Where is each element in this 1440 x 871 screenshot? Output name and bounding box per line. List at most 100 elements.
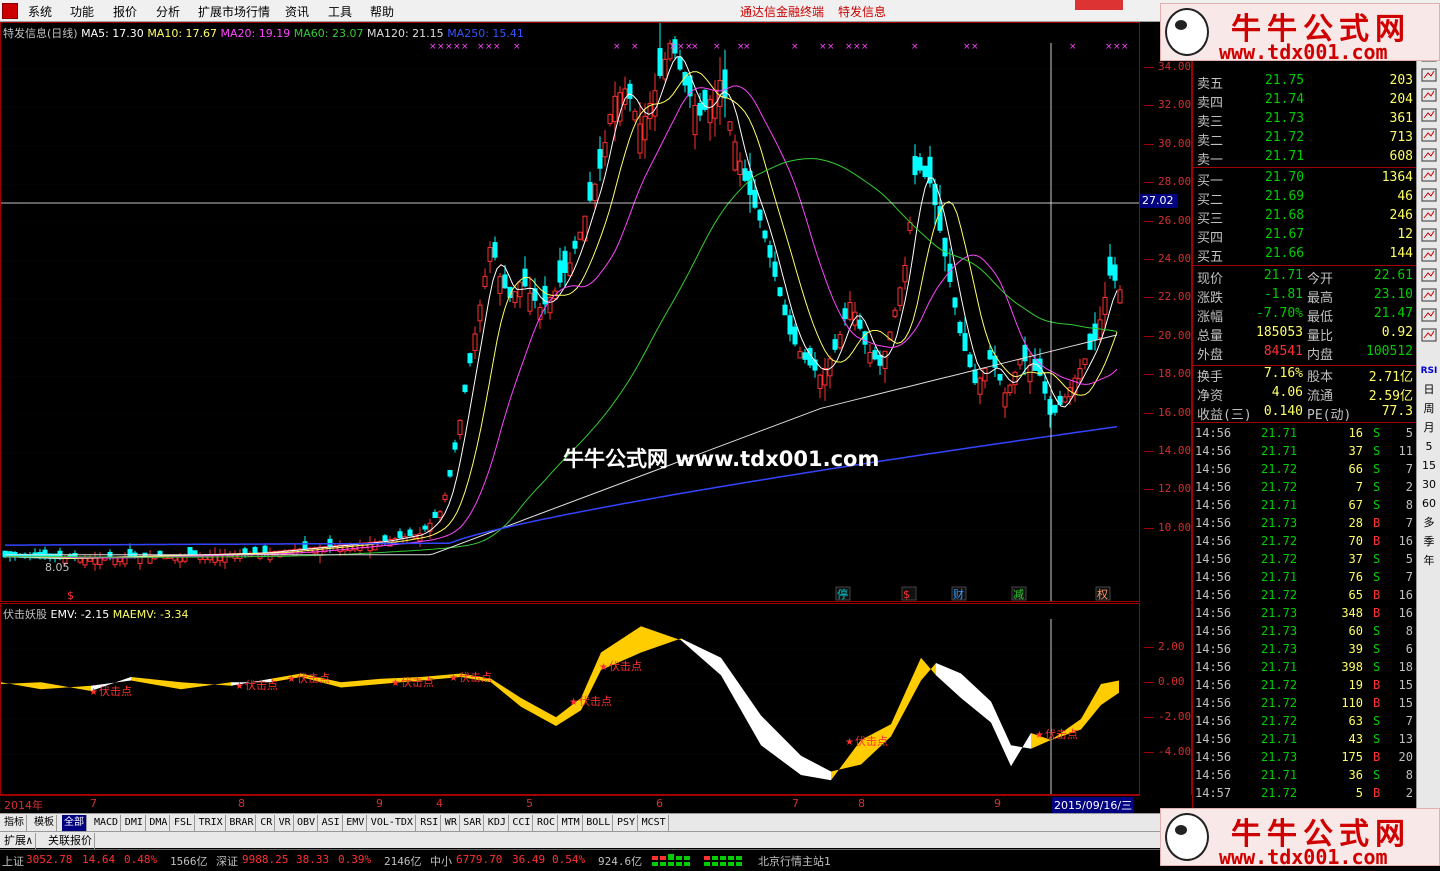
- sidebar-tool-icon[interactable]: [1419, 168, 1439, 186]
- event-marker[interactable]: 减: [1013, 588, 1024, 601]
- tab-指标[interactable]: 指标: [2, 815, 27, 831]
- tick-row[interactable]: 14:56 21.72 37 S 5: [1193, 551, 1417, 569]
- tick-row[interactable]: 14:56 21.72 110 B 15: [1193, 695, 1417, 713]
- menu-help[interactable]: 帮助: [370, 3, 394, 20]
- tab-mtm[interactable]: MTM: [560, 815, 583, 831]
- tick-row[interactable]: 14:56 21.71 37 S 11: [1193, 443, 1417, 461]
- sidebar-tool-icon[interactable]: [1419, 208, 1439, 226]
- event-marker[interactable]: $: [67, 589, 74, 601]
- sidebar-button-多[interactable]: 多: [1419, 514, 1439, 532]
- orderbook-row[interactable]: 卖四 21.74 204: [1193, 91, 1417, 111]
- indicator-chart[interactable]: 伏击妖股 EMV: -2.15 MAEMV: -3.34 ★ 伏击点 ★ 伏击点 ★ 伏击…: [0, 603, 1140, 795]
- window-close-button[interactable]: [1075, 0, 1123, 10]
- orderbook-row[interactable]: 卖三 21.73 361: [1193, 110, 1417, 130]
- menu-extended-market[interactable]: 扩展市场行情: [198, 3, 270, 20]
- sidebar-button-月[interactable]: 月: [1419, 419, 1439, 437]
- tab-boll[interactable]: BOLL: [584, 815, 614, 831]
- sidebar-tool-icon[interactable]: [1419, 288, 1439, 306]
- orderbook-row[interactable]: 买一 21.70 1364: [1193, 169, 1417, 189]
- tab-macd[interactable]: MACD: [92, 815, 122, 831]
- tick-row[interactable]: 14:56 21.71 67 S 8: [1193, 497, 1417, 515]
- menu-quote[interactable]: 报价: [113, 3, 137, 20]
- tab-brar[interactable]: BRAR: [227, 815, 257, 831]
- tick-row[interactable]: 14:56 21.73 39 S 6: [1193, 641, 1417, 659]
- tab-extend[interactable]: 扩展∧: [2, 833, 36, 849]
- orderbook-row[interactable]: 买二 21.69 46: [1193, 188, 1417, 208]
- sidebar-tool-icon[interactable]: [1419, 148, 1439, 166]
- tick-row[interactable]: 14:56 21.71 36 S 8: [1193, 767, 1417, 785]
- tab-mcst[interactable]: MCST: [640, 815, 669, 831]
- sidebar-button-RSI[interactable]: RSI: [1419, 362, 1439, 380]
- sidebar-button-周[interactable]: 周: [1419, 400, 1439, 418]
- tab-asi[interactable]: ASI: [320, 815, 343, 831]
- tab-vr[interactable]: VR: [277, 815, 294, 831]
- tab-wr[interactable]: WR: [443, 815, 460, 831]
- orderbook-row[interactable]: 卖一 21.71 608: [1193, 148, 1417, 168]
- tick-row[interactable]: 14:56 21.73 175 B 20: [1193, 749, 1417, 767]
- tab-kdj[interactable]: KDJ: [486, 815, 509, 831]
- tick-row[interactable]: 14:56 21.71 76 S 7: [1193, 569, 1417, 587]
- sidebar-tool-icon[interactable]: [1419, 268, 1439, 286]
- sidebar-tool-icon[interactable]: [1419, 248, 1439, 266]
- tab-fsl[interactable]: FSL: [172, 815, 196, 831]
- server-name[interactable]: 北京行情主站1: [758, 853, 831, 869]
- sidebar-button-15[interactable]: 15: [1419, 457, 1439, 475]
- main-price-chart[interactable]: 特发信息(日线) MA5: 17.30 MA10: 17.67 MA20: 19…: [0, 22, 1140, 602]
- tick-row[interactable]: 14:56 21.71 398 S 18: [1193, 659, 1417, 677]
- tab-dma[interactable]: DMA: [147, 815, 171, 831]
- tab-全部[interactable]: 全部: [62, 815, 87, 831]
- event-marker[interactable]: 财: [953, 587, 964, 601]
- menu-system[interactable]: 系统: [28, 3, 52, 20]
- tick-row[interactable]: 14:56 21.72 19 B 15: [1193, 677, 1417, 695]
- sidebar-button-5[interactable]: 5: [1419, 438, 1439, 456]
- sidebar-tool-icon[interactable]: [1419, 128, 1439, 146]
- tick-row[interactable]: 14:56 21.72 66 S 7: [1193, 461, 1417, 479]
- tab-obv[interactable]: OBV: [295, 815, 319, 831]
- promo-terminal[interactable]: 通达信金融终端: [740, 3, 824, 20]
- orderbook-row[interactable]: 买四 21.67 12: [1193, 226, 1417, 246]
- tick-row[interactable]: 14:56 21.71 16 S 5: [1193, 425, 1417, 443]
- sidebar-tool-icon[interactable]: [1419, 88, 1439, 106]
- sidebar-tool-icon[interactable]: [1419, 68, 1439, 86]
- sidebar-button-60[interactable]: 60: [1419, 495, 1439, 513]
- menu-tools[interactable]: 工具: [328, 3, 352, 20]
- tick-row[interactable]: 14:56 21.72 70 B 16: [1193, 533, 1417, 551]
- tab-trix[interactable]: TRIX: [197, 815, 226, 831]
- tab-psy[interactable]: PSY: [615, 815, 639, 831]
- tab-emv[interactable]: EMV: [344, 815, 368, 831]
- tick-row[interactable]: 14:56 21.72 7 S 2: [1193, 479, 1417, 497]
- tab-dmi[interactable]: DMI: [123, 815, 146, 831]
- promo-stock[interactable]: 特发信息: [838, 3, 886, 20]
- menu-function[interactable]: 功能: [70, 3, 94, 20]
- tab-cr[interactable]: CR: [258, 815, 276, 831]
- sidebar-button-年[interactable]: 年: [1419, 552, 1439, 570]
- orderbook-row[interactable]: 买三 21.68 246: [1193, 207, 1417, 227]
- tick-row[interactable]: 14:56 21.73 28 B 7: [1193, 515, 1417, 533]
- tick-row[interactable]: 14:56 21.71 43 S 13: [1193, 731, 1417, 749]
- orderbook-row[interactable]: 买五 21.66 144: [1193, 245, 1417, 265]
- menu-analysis[interactable]: 分析: [156, 3, 180, 20]
- sidebar-tool-icon[interactable]: [1419, 108, 1439, 126]
- tab-模板[interactable]: 模板: [32, 815, 57, 831]
- tick-row[interactable]: 14:56 21.72 65 B 16: [1193, 587, 1417, 605]
- tab-roc[interactable]: ROC: [535, 815, 559, 831]
- tick-row[interactable]: 14:57 21.72 5 B 2: [1193, 785, 1417, 803]
- orderbook-row[interactable]: 卖五 21.75 203: [1193, 72, 1417, 92]
- sidebar-tool-icon[interactable]: [1419, 188, 1439, 206]
- sidebar-button-30[interactable]: 30: [1419, 476, 1439, 494]
- sidebar-tool-icon[interactable]: [1419, 328, 1439, 346]
- tab-cci[interactable]: CCI: [510, 815, 534, 831]
- tick-row[interactable]: 14:56 21.73 348 B 16: [1193, 605, 1417, 623]
- sidebar-tool-icon[interactable]: [1419, 308, 1439, 326]
- sidebar-button-日[interactable]: 日: [1419, 381, 1439, 399]
- sidebar-button-季[interactable]: 季: [1419, 533, 1439, 551]
- event-marker[interactable]: $: [903, 588, 910, 601]
- sidebar-tool-icon[interactable]: [1419, 228, 1439, 246]
- tab-related-quote[interactable]: 关联报价: [46, 833, 95, 849]
- menu-info[interactable]: 资讯: [285, 3, 309, 20]
- tick-row[interactable]: 14:56 21.72 63 S 7: [1193, 713, 1417, 731]
- event-marker[interactable]: 权: [1097, 588, 1108, 601]
- tab-sar[interactable]: SAR: [461, 815, 485, 831]
- tab-vol-tdx[interactable]: VOL-TDX: [369, 815, 416, 831]
- orderbook-row[interactable]: 卖二 21.72 713: [1193, 129, 1417, 149]
